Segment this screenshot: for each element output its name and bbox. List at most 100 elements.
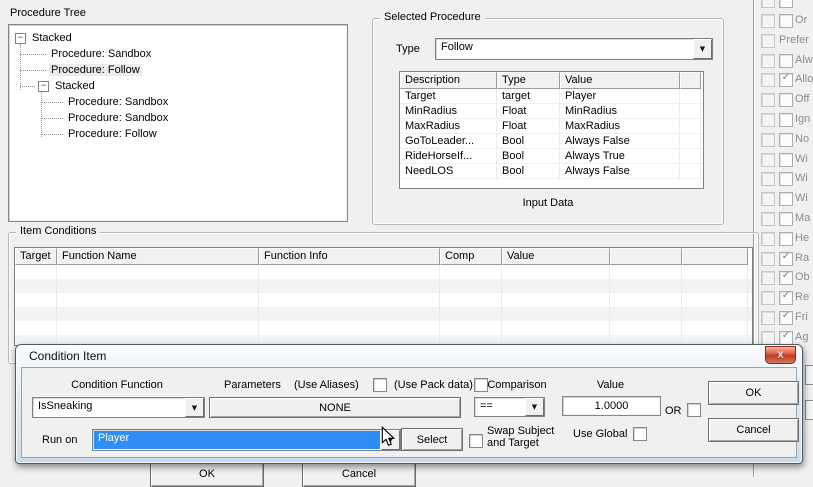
table-row[interactable] (15, 293, 752, 307)
flag-checkbox[interactable] (761, 172, 775, 186)
flag-checkbox[interactable] (779, 133, 793, 147)
column-header[interactable]: Comp (440, 248, 502, 265)
flag-checkbox[interactable] (761, 212, 775, 226)
conditions-table[interactable]: Target Function Name Function Info Comp Valu… (14, 247, 753, 346)
flag-checkbox[interactable]: ✓ (779, 290, 793, 305)
comparison-dropdown[interactable]: == ▼ (474, 397, 545, 417)
tree-item[interactable]: Procedure: Sandbox (9, 94, 347, 110)
run-on-dropdown[interactable]: Player ▼ (92, 429, 401, 451)
parameters-none-button[interactable]: NONE (209, 397, 461, 418)
tree-item[interactable]: Procedure: Sandbox (9, 110, 347, 126)
column-header[interactable]: Description (400, 72, 497, 89)
flag-checkbox[interactable] (761, 133, 775, 147)
input-data-table[interactable]: Description Type Value Target target Player M… (399, 71, 704, 189)
flag-checkbox[interactable] (761, 34, 775, 48)
cancel-button[interactable]: Cancel (708, 418, 799, 442)
table-row[interactable] (15, 279, 752, 293)
tree-item[interactable]: Procedure: Sandbox (9, 46, 347, 62)
column-header[interactable]: Type (497, 72, 560, 89)
column-header[interactable] (682, 248, 748, 265)
flag-checkbox[interactable]: ✓ (779, 270, 793, 285)
table-row[interactable] (15, 307, 752, 321)
table-cell (15, 293, 57, 307)
flag-checkbox[interactable] (761, 73, 775, 87)
flag-checkbox[interactable] (779, 14, 793, 28)
tree-item[interactable]: − Stacked (9, 30, 347, 46)
flag-checkbox[interactable] (779, 153, 793, 167)
column-header[interactable]: Value (502, 248, 610, 265)
column-header[interactable] (610, 248, 682, 265)
table-cell (680, 89, 701, 103)
table-row[interactable]: MaxRadius Float MaxRadius (400, 119, 703, 134)
parameters-label: Parameters (224, 379, 281, 391)
procedure-tree-view[interactable]: − Stacked Procedure: Sandbox Procedure: Fol… (8, 24, 348, 222)
flag-checkbox[interactable] (761, 291, 775, 305)
select-button[interactable]: Select (401, 428, 463, 451)
table-row[interactable] (15, 321, 752, 335)
value-input[interactable] (562, 396, 661, 416)
flag-checkbox[interactable] (761, 14, 775, 28)
table-row[interactable]: GoToLeader... Bool Always False (400, 134, 703, 149)
flag-checkbox[interactable] (779, 0, 793, 8)
tree-item[interactable]: Procedure: Follow (9, 62, 347, 78)
flag-checkbox[interactable] (779, 93, 793, 107)
condition-function-dropdown[interactable]: IsSneaking ▼ (32, 397, 205, 418)
flag-checkbox[interactable] (779, 212, 793, 226)
tree-item[interactable]: − Stacked (9, 78, 347, 94)
flag-label: Off (795, 93, 810, 105)
flag-checkbox[interactable] (779, 192, 793, 206)
column-header[interactable] (680, 72, 701, 89)
swap-subject-checkbox[interactable] (469, 434, 483, 448)
flag-checkbox[interactable] (761, 271, 775, 285)
ok-button-background[interactable]: OK (150, 461, 264, 487)
procedure-type-dropdown[interactable]: Follow ▼ (435, 38, 713, 60)
ok-button[interactable]: OK (708, 381, 799, 405)
chevron-down-icon[interactable]: ▼ (185, 398, 204, 417)
column-header[interactable]: Function Info (259, 248, 440, 265)
chevron-down-icon[interactable]: ▼ (693, 39, 712, 59)
flag-row: Off (755, 93, 813, 107)
item-conditions-group-label: Item Conditions (16, 225, 101, 237)
tree-collapse-icon[interactable]: − (15, 32, 26, 44)
flag-checkbox[interactable] (779, 232, 793, 246)
flag-checkbox[interactable] (761, 331, 775, 345)
table-row[interactable]: NeedLOS Bool Always False (400, 164, 703, 179)
table-row[interactable]: Target target Player (400, 89, 703, 104)
close-icon[interactable]: X (765, 346, 796, 364)
column-header[interactable]: Value (560, 72, 680, 89)
table-row[interactable]: MinRadius Float MinRadius (400, 104, 703, 119)
flag-checkbox[interactable] (761, 232, 775, 246)
flag-label: Ag (795, 331, 809, 343)
table-row[interactable]: RideHorseIf... Bool Always True (400, 149, 703, 164)
table-cell: Bool (497, 134, 560, 148)
flag-checkbox[interactable] (779, 172, 793, 186)
flag-checkbox[interactable] (761, 192, 775, 206)
flag-checkbox[interactable] (761, 54, 775, 68)
flag-checkbox[interactable] (779, 113, 793, 127)
flag-checkbox[interactable]: ✓ (779, 310, 793, 325)
flag-checkbox[interactable] (761, 311, 775, 325)
column-header[interactable]: Target (15, 248, 57, 265)
column-header[interactable]: Function Name (57, 248, 259, 265)
flag-checkbox[interactable]: ✓ (779, 72, 793, 87)
condition-function-label: Condition Function (71, 379, 163, 391)
flag-checkbox[interactable] (761, 113, 775, 127)
procedure-tree-label: Procedure Tree (10, 7, 86, 19)
table-row[interactable] (15, 265, 752, 279)
flag-checkbox[interactable] (761, 0, 775, 8)
cancel-button-background[interactable]: Cancel (302, 461, 416, 487)
or-checkbox[interactable] (687, 403, 701, 417)
flag-checkbox[interactable] (761, 252, 775, 266)
flag-checkbox[interactable] (761, 153, 775, 167)
tree-item[interactable]: Procedure: Follow (9, 126, 347, 142)
chevron-down-icon[interactable]: ▼ (525, 398, 544, 416)
tree-collapse-icon[interactable]: − (38, 80, 49, 92)
tree-item-label: Procedure: Sandbox (51, 48, 152, 60)
flag-checkbox[interactable] (779, 54, 793, 68)
use-aliases-checkbox[interactable] (373, 378, 387, 392)
use-global-checkbox[interactable] (633, 427, 647, 441)
flag-checkbox[interactable]: ✓ (779, 330, 793, 345)
flag-row: ✓ Ag (755, 330, 813, 345)
flag-checkbox[interactable] (761, 93, 775, 107)
flag-checkbox[interactable]: ✓ (779, 251, 793, 266)
